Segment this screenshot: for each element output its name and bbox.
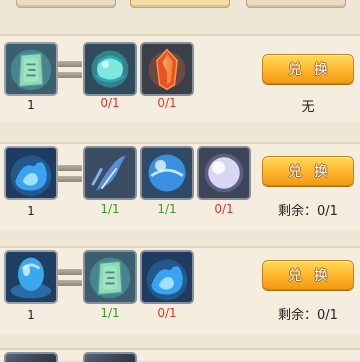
material-count: 1/1 — [100, 306, 120, 320]
equals-icon — [58, 269, 82, 287]
result-count: 1 — [27, 98, 35, 112]
top-tab-right[interactable] — [246, 0, 346, 8]
recipe-row-2: 1 1/1 1/1 0/1 兑换 剩余：0/1 — [0, 142, 360, 230]
recipe-row-1: 1 0/1 0/1 兑换 无 — [0, 34, 360, 122]
red-crystal-icon[interactable] — [140, 42, 194, 96]
remaining-text: 剩余：0/1 — [278, 204, 338, 219]
result-count: 1 — [27, 204, 35, 218]
recipe-row-3: 1 1/1 0/1 兑换 剩余：0/1 — [0, 246, 360, 334]
blue-egg-icon[interactable] — [4, 250, 58, 304]
recipe-row-4-partial — [0, 348, 360, 362]
blue-flame-icon[interactable] — [140, 250, 194, 304]
material-count: 1/1 — [100, 202, 120, 216]
top-tab-middle[interactable] — [130, 0, 230, 8]
exchange-button[interactable]: 兑换 — [262, 156, 354, 186]
material-count: 0/1 — [214, 202, 234, 216]
exchange-button[interactable]: 兑换 — [262, 54, 354, 84]
equals-icon — [58, 61, 82, 79]
cyan-orb-icon[interactable] — [83, 42, 137, 96]
partial-item-icon — [4, 352, 58, 362]
equals-icon — [58, 165, 82, 183]
remaining-text: 剩余：0/1 — [278, 308, 338, 323]
exchange-button[interactable]: 兑换 — [262, 260, 354, 290]
top-tab-bar — [0, 0, 360, 8]
partial-item-icon — [83, 352, 137, 362]
result-count: 1 — [27, 308, 35, 322]
material-count: 1/1 — [157, 202, 177, 216]
top-tab-left[interactable] — [16, 0, 116, 8]
jade-tablet-icon[interactable] — [83, 250, 137, 304]
material-count: 0/1 — [157, 96, 177, 110]
silver-pearl-icon[interactable] — [197, 146, 251, 200]
material-count: 0/1 — [157, 306, 177, 320]
blue-sphere-icon[interactable] — [140, 146, 194, 200]
material-count: 0/1 — [100, 96, 120, 110]
blue-feather-icon[interactable] — [83, 146, 137, 200]
remaining-text: 无 — [301, 100, 315, 115]
blue-flame-icon[interactable] — [4, 146, 58, 200]
jade-tablet-icon[interactable] — [4, 42, 58, 96]
